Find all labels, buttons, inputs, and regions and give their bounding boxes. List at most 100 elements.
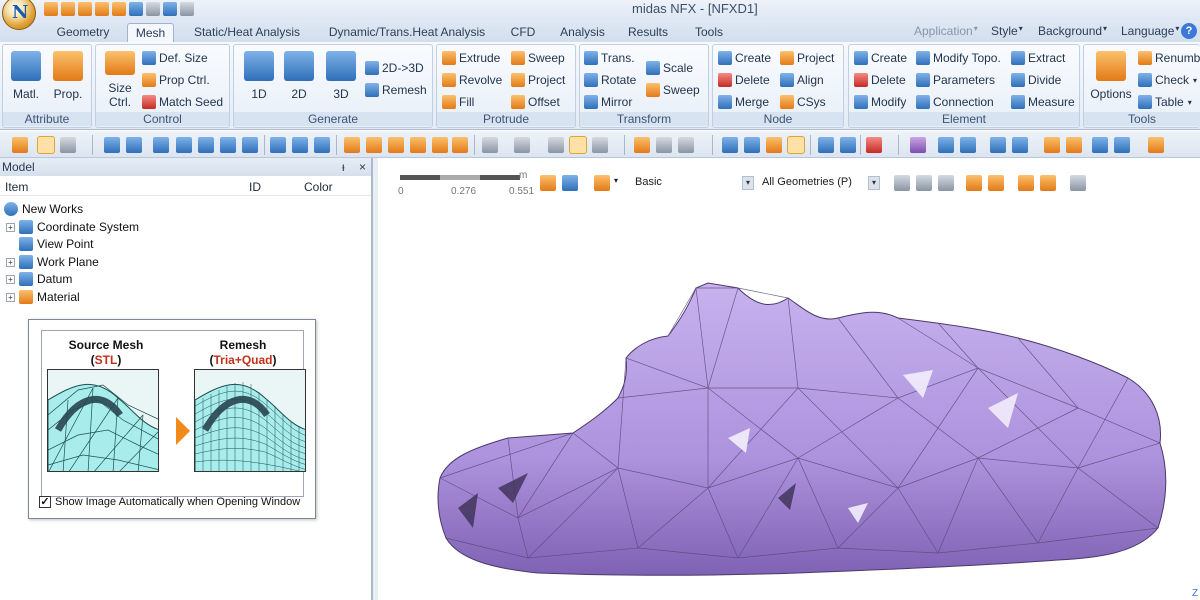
node-delete-button[interactable]: Delete: [718, 73, 770, 87]
fill-button[interactable]: Fill: [442, 95, 474, 109]
zoom-icon[interactable]: [104, 137, 120, 153]
mesh-3d-button[interactable]: 3D: [322, 51, 360, 101]
grid-icon[interactable]: [270, 137, 286, 153]
transform-sweep-button[interactable]: Sweep: [646, 83, 700, 97]
column-color[interactable]: Color: [304, 180, 333, 194]
tree-item-new-works[interactable]: New Works: [4, 202, 83, 216]
parameters-button[interactable]: Parameters: [916, 73, 995, 87]
redo-icon[interactable]: [146, 2, 160, 16]
new-file-icon[interactable]: [44, 2, 58, 16]
measure-button[interactable]: Measure: [1011, 95, 1075, 109]
property-button[interactable]: Prop.: [49, 51, 87, 101]
view-back-icon[interactable]: [366, 137, 382, 153]
query-icon[interactable]: [1044, 137, 1060, 153]
options-button[interactable]: Options: [1088, 51, 1134, 101]
divide-button[interactable]: Divide: [1011, 73, 1061, 87]
background-menu[interactable]: Background▾: [1038, 24, 1107, 38]
tab-static-heat-analysis[interactable]: Static/Heat Analysis: [187, 23, 307, 42]
snap-2-icon[interactable]: [840, 137, 856, 153]
scale-button[interactable]: Scale: [646, 61, 693, 75]
expand-icon[interactable]: +: [6, 257, 15, 267]
export-icon[interactable]: [163, 2, 177, 16]
help-icon[interactable]: ?: [1181, 23, 1197, 39]
eraser-icon[interactable]: [634, 137, 650, 153]
sweep-button[interactable]: Sweep: [511, 51, 565, 65]
shaded-icon[interactable]: [569, 136, 587, 154]
element-create-button[interactable]: Create: [854, 51, 907, 65]
mesh-2d-button[interactable]: 2D: [280, 51, 318, 101]
view-top-icon[interactable]: [388, 137, 404, 153]
display-toggle-2-icon[interactable]: [678, 137, 694, 153]
element-number-icon[interactable]: [1012, 137, 1028, 153]
export-image-icon[interactable]: [1114, 137, 1130, 153]
trans-button[interactable]: Trans.: [584, 51, 635, 65]
iso-view-icon[interactable]: [482, 137, 498, 153]
node-create-button[interactable]: Create: [718, 51, 771, 65]
hidden-line-icon[interactable]: [592, 137, 608, 153]
node-number-icon[interactable]: [990, 137, 1006, 153]
customize-qat-icon[interactable]: [180, 2, 194, 16]
save-all-icon[interactable]: [95, 2, 109, 16]
node-project-button[interactable]: Project: [780, 51, 834, 65]
node-grid-icon[interactable]: [722, 137, 738, 153]
extract-button[interactable]: Extract: [1011, 51, 1065, 65]
zoom-in-out-icon[interactable]: [176, 137, 192, 153]
view-left-icon[interactable]: [432, 137, 448, 153]
match-seed-button[interactable]: Match Seed: [142, 95, 223, 109]
tab-dynamic-trans-heat-analysis[interactable]: Dynamic/Trans.Heat Analysis: [322, 23, 492, 42]
rotate-view-2-icon[interactable]: [220, 137, 236, 153]
view-front-icon[interactable]: [344, 137, 360, 153]
close-icon[interactable]: ×: [359, 158, 366, 176]
tab-mesh[interactable]: Mesh: [127, 23, 174, 42]
node-merge-button[interactable]: Merge: [718, 95, 769, 109]
material-button[interactable]: Matl.: [7, 51, 45, 101]
expand-icon[interactable]: +: [6, 292, 15, 302]
pan-icon[interactable]: [242, 137, 258, 153]
expand-icon[interactable]: +: [6, 222, 15, 232]
size-ctrl-button[interactable]: Size Ctrl.: [100, 51, 140, 109]
table-button[interactable]: Table ▾: [1138, 95, 1192, 109]
tree-item-material[interactable]: + Material: [6, 290, 80, 304]
run-icon[interactable]: [12, 137, 28, 153]
element-delete-button[interactable]: Delete: [854, 73, 906, 87]
extrude-button[interactable]: Extrude: [442, 51, 500, 65]
element-modify-button[interactable]: Modify: [854, 95, 906, 109]
select-w-icon[interactable]: [766, 137, 782, 153]
display-toggle-icon[interactable]: [656, 137, 672, 153]
def-size-button[interactable]: Def. Size: [142, 51, 208, 65]
query-2-icon[interactable]: [1066, 137, 1082, 153]
measure-tool-icon[interactable]: [1148, 137, 1164, 153]
remesh-button[interactable]: Remesh: [365, 83, 427, 97]
project-button[interactable]: Project: [511, 73, 565, 87]
pin-icon[interactable]: ᵼ: [342, 158, 345, 176]
modify-topo-button[interactable]: Modify Topo.: [916, 51, 1001, 65]
style-menu[interactable]: Style▾: [991, 24, 1023, 38]
tab-cfd[interactable]: CFD: [505, 23, 541, 42]
show-image-checkbox-row[interactable]: ✓ Show Image Automatically when Opening …: [39, 496, 300, 508]
show-image-checkbox[interactable]: ✓: [39, 496, 51, 508]
axis-2-icon[interactable]: [314, 137, 330, 153]
tree-item-view-point[interactable]: View Point: [19, 237, 93, 251]
check-button[interactable]: Check ▾: [1138, 73, 1197, 87]
print-icon[interactable]: [112, 2, 126, 16]
zoom-fit-icon[interactable]: [153, 137, 169, 153]
view-right-icon[interactable]: [452, 137, 468, 153]
node-align-button[interactable]: Align: [780, 73, 824, 87]
stl-mesh-model[interactable]: [378, 158, 1200, 600]
3d-viewport[interactable]: m 0 0.276 0.551 ▾ Basic ▾ All Geometries…: [378, 158, 1200, 600]
expand-icon[interactable]: +: [6, 274, 15, 284]
mesh-1d-button[interactable]: 1D: [240, 51, 278, 101]
tree-item-work-plane[interactable]: + Work Plane: [6, 255, 99, 269]
tab-tools[interactable]: Tools: [688, 23, 730, 42]
unlock-icon[interactable]: [60, 137, 76, 153]
axis-icon[interactable]: [292, 137, 308, 153]
language-menu[interactable]: Language▾: [1121, 24, 1179, 38]
view-bottom-icon[interactable]: [410, 137, 426, 153]
rotate-button[interactable]: Rotate: [584, 73, 636, 87]
renumber-button[interactable]: Renumb: [1138, 51, 1200, 65]
graph-icon[interactable]: [1092, 137, 1108, 153]
node-csys-button[interactable]: CSys: [780, 95, 826, 109]
mesh-display-icon[interactable]: [514, 137, 530, 153]
node-link-icon[interactable]: [938, 137, 954, 153]
2d-to-3d-button[interactable]: 2D->3D: [365, 61, 424, 75]
